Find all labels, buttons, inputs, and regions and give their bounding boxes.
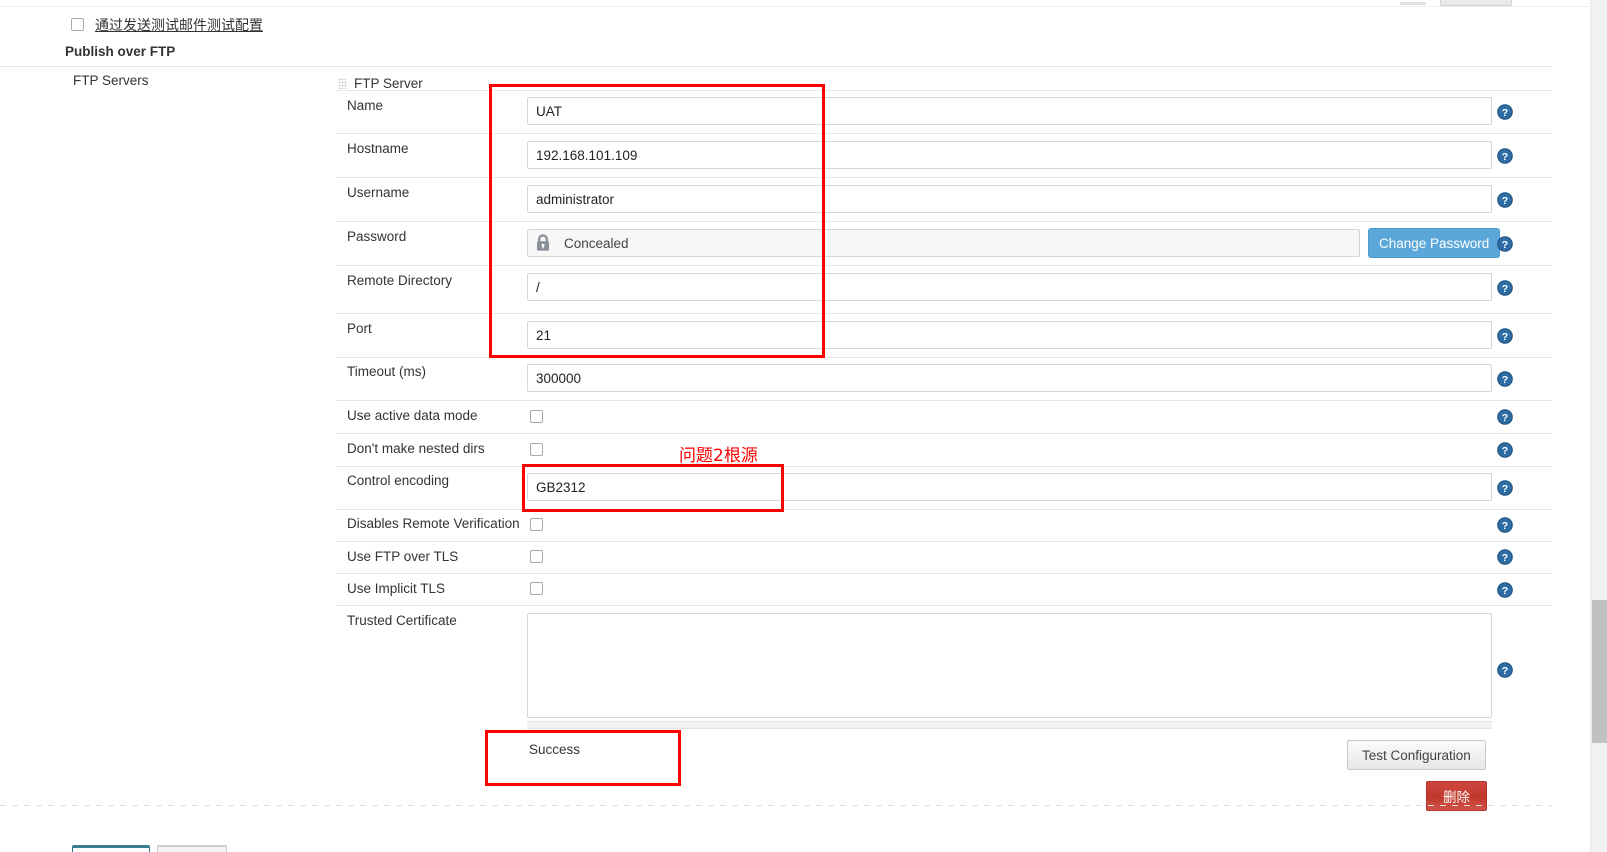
content-pane: 通过发送测试邮件测试配置 Publish over FTP FTP Server…	[0, 0, 1589, 852]
svg-text:?: ?	[1502, 283, 1508, 295]
row-divider	[336, 466, 1552, 467]
hostname-input[interactable]	[527, 141, 1492, 169]
row-divider	[336, 133, 1552, 134]
vertical-scrollbar-thumb[interactable]	[1592, 600, 1607, 743]
field-label-name: Name	[347, 98, 384, 113]
textarea-footer-band	[527, 721, 1492, 729]
email-test-row: 通过发送测试邮件测试配置	[0, 14, 1560, 36]
row-divider	[336, 433, 1552, 434]
help-circle-icon[interactable]: ?	[1497, 104, 1513, 120]
help-circle-icon[interactable]: ?	[1497, 192, 1513, 208]
change-password-button[interactable]: Change Password	[1368, 228, 1501, 258]
timeout-input[interactable]	[527, 364, 1492, 392]
field-label-trusted-certificate: Trusted Certificate	[347, 613, 457, 628]
bottom-save-button-partial[interactable]	[72, 845, 150, 852]
top-partial-tab	[1400, 2, 1426, 5]
disables-remote-verification-checkbox[interactable]	[530, 518, 543, 531]
port-input[interactable]	[527, 321, 1492, 349]
row-divider	[336, 509, 1552, 510]
help-circle-icon[interactable]: ?	[1497, 148, 1513, 164]
password-concealed-label: Concealed	[564, 235, 629, 251]
help-circle-icon[interactable]: ?	[1497, 582, 1513, 598]
row-divider	[336, 90, 1552, 91]
trusted-certificate-textarea[interactable]	[527, 613, 1492, 718]
use-implicit-tls-checkbox[interactable]	[530, 582, 543, 595]
svg-text:?: ?	[1502, 195, 1508, 207]
row-divider	[336, 605, 1552, 606]
help-circle-icon[interactable]: ?	[1497, 236, 1513, 252]
field-label-use-ftp-over-tls: Use FTP over TLS	[347, 549, 459, 564]
annotation-box-result	[485, 730, 681, 786]
help-circle-icon[interactable]: ?	[1497, 371, 1513, 387]
help-circle-icon[interactable]: ?	[1497, 442, 1513, 458]
control-encoding-input[interactable]	[527, 473, 1492, 501]
field-label-use-implicit-tls: Use Implicit TLS	[347, 581, 446, 596]
ftp-servers-label: FTP Servers	[73, 73, 149, 88]
row-divider	[336, 400, 1552, 401]
row-divider	[336, 313, 1552, 314]
svg-text:?: ?	[1502, 151, 1508, 163]
use-ftp-over-tls-checkbox[interactable]	[530, 550, 543, 563]
name-input[interactable]	[527, 97, 1492, 125]
field-label-password: Password	[347, 229, 407, 244]
bottom-apply-button-partial[interactable]	[157, 845, 227, 852]
page-root: 通过发送测试邮件测试配置 Publish over FTP FTP Server…	[0, 0, 1607, 852]
field-label-use-active-data-mode: Use active data mode	[347, 408, 478, 423]
vertical-scrollbar-track[interactable]	[1590, 0, 1607, 852]
remote-directory-input[interactable]	[527, 273, 1492, 301]
svg-text:?: ?	[1502, 445, 1508, 457]
no-nested-dirs-checkbox[interactable]	[530, 443, 543, 456]
help-circle-icon[interactable]: ?	[1497, 328, 1513, 344]
row-divider	[336, 357, 1552, 358]
field-label-remote-directory: Remote Directory	[347, 273, 453, 288]
svg-text:?: ?	[1502, 520, 1508, 532]
svg-text:?: ?	[1502, 107, 1508, 119]
top-cutoff-strip	[0, 0, 1589, 7]
username-input[interactable]	[527, 185, 1492, 213]
row-divider	[336, 177, 1552, 178]
svg-text:?: ?	[1502, 374, 1508, 386]
help-circle-icon[interactable]: ?	[1497, 549, 1513, 565]
field-label-no-nested-dirs: Don't make nested dirs	[347, 441, 485, 456]
help-circle-icon[interactable]: ?	[1497, 480, 1513, 496]
annotation-label-note-2: 问题2根源	[679, 446, 758, 466]
ftp-server-header-label: FTP Server	[354, 76, 423, 91]
row-divider	[336, 265, 1552, 266]
svg-text:?: ?	[1502, 239, 1508, 251]
password-concealed-field[interactable]: Concealed	[527, 229, 1360, 257]
help-circle-icon[interactable]: ?	[1497, 409, 1513, 425]
row-divider	[336, 541, 1552, 542]
top-partial-button[interactable]	[1440, 0, 1512, 6]
bottom-divider	[0, 805, 1552, 806]
test-result-text: Success	[529, 742, 581, 757]
delete-button[interactable]: 删除	[1426, 781, 1487, 811]
help-circle-icon[interactable]: ?	[1497, 662, 1513, 678]
svg-text:?: ?	[1502, 331, 1508, 343]
row-divider	[336, 573, 1552, 574]
test-configuration-button[interactable]: Test Configuration	[1347, 740, 1486, 770]
section-divider	[0, 66, 1552, 67]
field-label-timeout: Timeout (ms)	[347, 364, 427, 379]
ftp-server-header: FTP Server	[338, 75, 423, 91]
field-label-hostname: Hostname	[347, 141, 409, 156]
drag-grip-icon[interactable]	[338, 78, 347, 89]
svg-text:?: ?	[1502, 412, 1508, 424]
field-label-username: Username	[347, 185, 410, 200]
svg-text:?: ?	[1502, 552, 1508, 564]
send-test-email-checkbox[interactable]	[71, 18, 84, 31]
field-label-control-encoding: Control encoding	[347, 473, 450, 488]
svg-text:?: ?	[1502, 585, 1508, 597]
page-title: Publish over FTP	[65, 44, 176, 59]
use-active-data-mode-checkbox[interactable]	[530, 410, 543, 423]
help-circle-icon[interactable]: ?	[1497, 280, 1513, 296]
row-divider	[336, 221, 1552, 222]
field-label-port: Port	[347, 321, 372, 336]
svg-text:?: ?	[1502, 665, 1508, 677]
lock-icon	[534, 233, 552, 253]
svg-text:?: ?	[1502, 483, 1508, 495]
help-circle-icon[interactable]: ?	[1497, 517, 1513, 533]
field-label-disables-remote-verification: Disables Remote Verification	[347, 516, 520, 531]
send-test-email-label[interactable]: 通过发送测试邮件测试配置	[95, 14, 263, 36]
